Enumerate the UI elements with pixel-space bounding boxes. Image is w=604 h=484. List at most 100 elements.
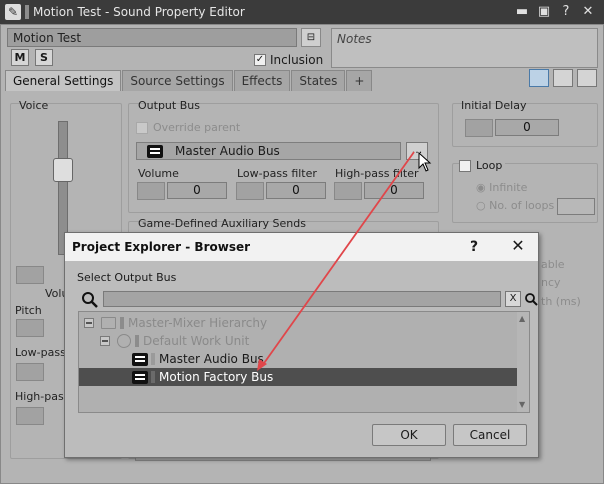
- output-bus-name: Master Audio Bus: [175, 144, 280, 158]
- tree-grip: [120, 317, 124, 329]
- scroll-up-icon[interactable]: ▲: [519, 314, 525, 323]
- folder-icon[interactable]: ▬: [513, 3, 531, 21]
- loop-label: Loop: [476, 159, 503, 172]
- bus-volume-link-icon[interactable]: [137, 182, 165, 200]
- pitch-link-icon[interactable]: [16, 319, 44, 337]
- tab-states[interactable]: States: [291, 70, 346, 91]
- layout-tall-icon[interactable]: [577, 69, 597, 87]
- help-icon[interactable]: ?: [557, 3, 575, 21]
- loop-checkbox[interactable]: [459, 159, 471, 172]
- tree-item-master-audio-bus[interactable]: Master Audio Bus: [79, 350, 517, 368]
- dialog-title: Project Explorer - Browser: [72, 240, 251, 254]
- voice-volume-link-icon[interactable]: [16, 266, 44, 284]
- tab-bar: General Settings Source Settings Effects…: [5, 70, 373, 91]
- ok-button[interactable]: OK: [372, 424, 446, 446]
- search-input[interactable]: [103, 291, 501, 307]
- hierarchy-button[interactable]: ⊟: [301, 28, 321, 47]
- partial-label-3: th (ms): [541, 295, 581, 308]
- search-options-icon[interactable]: [524, 292, 538, 306]
- voice-lowpass-label: Low-pass: [15, 346, 66, 359]
- bus-volume-label: Volume: [138, 167, 179, 180]
- layout-single-icon[interactable]: [529, 69, 549, 87]
- app-icon: ✎: [5, 4, 21, 20]
- tab-add[interactable]: +: [346, 70, 373, 91]
- select-output-bus-label: Select Output Bus: [77, 271, 177, 284]
- loop-option[interactable]: Loop: [459, 159, 506, 172]
- save-icon[interactable]: ▣: [535, 3, 553, 21]
- bus-highpass-field[interactable]: 0: [364, 182, 424, 199]
- tree-grip: [151, 371, 155, 383]
- mute-button[interactable]: M: [11, 49, 29, 66]
- clear-search-button[interactable]: X: [505, 291, 521, 307]
- search-row: X: [77, 289, 538, 309]
- override-parent-option[interactable]: Override parent: [136, 121, 240, 134]
- voice-label: Voice: [19, 99, 49, 112]
- window-title: Motion Test - Sound Property Editor: [33, 5, 245, 19]
- folder-icon: [101, 317, 116, 329]
- bus-lowpass-field[interactable]: 0: [266, 182, 326, 199]
- close-icon[interactable]: ✕: [579, 3, 597, 21]
- bus-icon: [132, 353, 148, 366]
- tree-item-label: Default Work Unit: [143, 334, 250, 348]
- tree-item-motion-factory-bus[interactable]: Motion Factory Bus: [79, 368, 517, 386]
- hierarchy-tree: Master-Mixer Hierarchy Default Work Unit…: [78, 311, 518, 413]
- voice-highpass-link-icon[interactable]: [16, 407, 44, 425]
- scroll-down-icon[interactable]: ▼: [519, 400, 525, 409]
- tree-item-label: Master-Mixer Hierarchy: [128, 316, 268, 330]
- tab-effects[interactable]: Effects: [233, 70, 291, 91]
- work-unit-icon: [117, 334, 131, 348]
- inclusion-checkbox[interactable]: ✓: [254, 54, 266, 66]
- pitch-label: Pitch: [15, 304, 42, 317]
- object-name-field[interactable]: Motion Test: [7, 28, 297, 47]
- bus-highpass-label: High-pass filter: [335, 167, 419, 180]
- override-parent-label: Override parent: [153, 121, 241, 134]
- tree-item-label: Master Audio Bus: [159, 352, 264, 366]
- loop-infinite-option[interactable]: ◉ Infinite: [476, 181, 527, 194]
- output-bus-field: Master Audio Bus: [136, 142, 401, 160]
- inclusion-toggle[interactable]: ✓ Inclusion: [254, 53, 323, 67]
- dialog-header: Project Explorer - Browser ? ✕: [65, 233, 538, 261]
- voice-lowpass-link-icon[interactable]: [16, 363, 44, 381]
- aux-sends-label: Game-Defined Auxiliary Sends: [138, 217, 306, 230]
- loop-count-field[interactable]: [557, 198, 595, 215]
- bus-icon: [132, 371, 148, 384]
- tab-source-settings[interactable]: Source Settings: [122, 70, 233, 91]
- collapse-toggle-icon[interactable]: [84, 318, 94, 328]
- override-parent-checkbox[interactable]: [136, 121, 148, 134]
- tree-grip: [151, 353, 155, 365]
- notes-field[interactable]: Notes: [331, 28, 598, 68]
- loop-infinite-label: Infinite: [489, 181, 528, 194]
- tree-item-master-mixer[interactable]: Master-Mixer Hierarchy: [79, 314, 517, 332]
- title-bar: ✎ Motion Test - Sound Property Editor ▬ …: [0, 0, 604, 24]
- solo-button[interactable]: S: [35, 49, 53, 66]
- loop-count-label: No. of loops: [489, 199, 555, 212]
- loop-count-option[interactable]: ○ No. of loops: [476, 199, 554, 212]
- bus-icon: [147, 145, 163, 158]
- inclusion-label: Inclusion: [270, 53, 324, 67]
- bus-volume-field[interactable]: 0: [167, 182, 227, 199]
- title-grip: [25, 5, 29, 19]
- initial-delay-field[interactable]: 0: [495, 119, 559, 136]
- tree-grip: [135, 335, 139, 347]
- tab-general-settings[interactable]: General Settings: [5, 70, 122, 91]
- tree-item-default-work-unit[interactable]: Default Work Unit: [79, 332, 517, 350]
- partial-label-1: able: [541, 258, 565, 271]
- initial-delay-link-icon[interactable]: [465, 119, 493, 137]
- dialog-help-icon[interactable]: ?: [465, 238, 483, 256]
- bus-lowpass-link-icon[interactable]: [236, 182, 264, 200]
- cancel-button[interactable]: Cancel: [453, 424, 527, 446]
- partial-label-2: ncy: [541, 276, 561, 289]
- output-bus-label: Output Bus: [138, 99, 200, 112]
- tree-item-label: Motion Factory Bus: [159, 370, 274, 384]
- bus-lowpass-label: Low-pass filter: [237, 167, 317, 180]
- layout-split-icon[interactable]: [553, 69, 573, 87]
- collapse-toggle-icon[interactable]: [100, 336, 110, 346]
- voice-volume-knob[interactable]: [53, 158, 73, 182]
- mouse-cursor-icon: [418, 152, 432, 172]
- voice-highpass-label: High-pass: [15, 390, 70, 403]
- bus-highpass-link-icon[interactable]: [334, 182, 362, 200]
- tree-scrollbar[interactable]: ▲ ▼: [517, 311, 530, 413]
- project-explorer-dialog: Project Explorer - Browser ? ✕ Select Ou…: [64, 232, 539, 458]
- dialog-close-icon[interactable]: ✕: [509, 237, 527, 255]
- search-icon: [82, 292, 98, 308]
